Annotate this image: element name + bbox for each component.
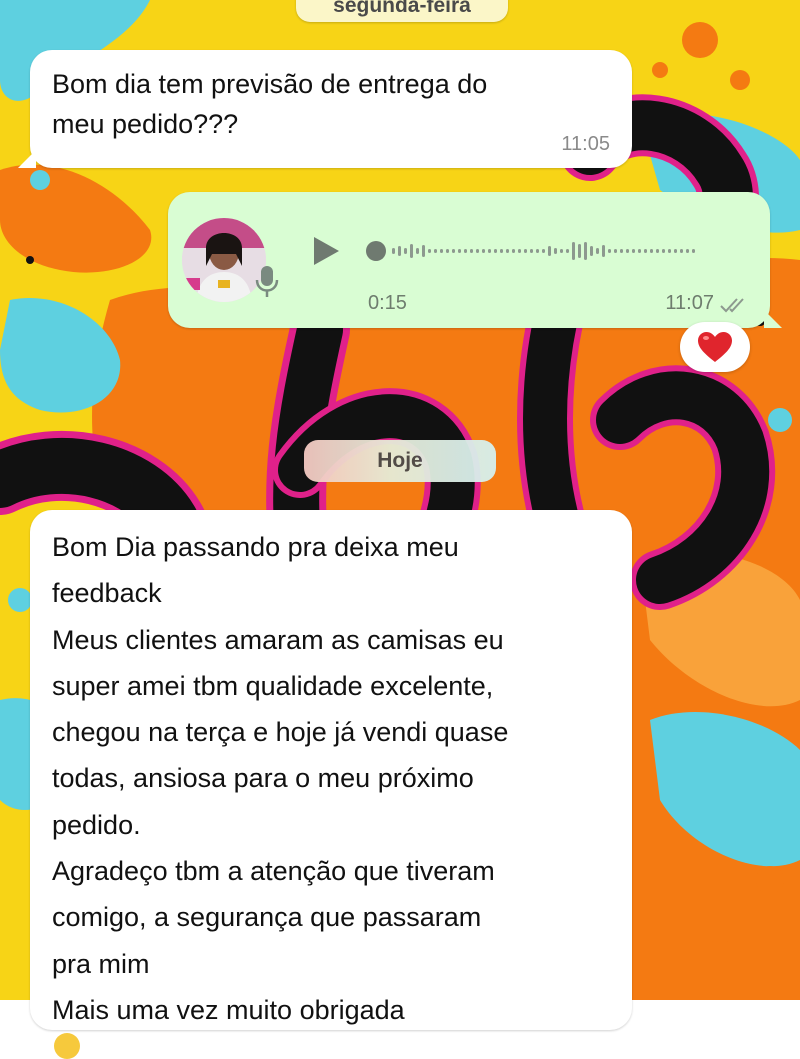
date-divider-today: Hoje	[304, 440, 496, 482]
voice-progress-waveform[interactable]	[366, 234, 736, 268]
message-line: pra mim	[52, 948, 150, 979]
message-line: todas, ansiosa para o meu próximo	[52, 763, 474, 794]
voice-duration: 0:15	[368, 292, 407, 314]
double-check-icon	[720, 298, 744, 313]
message-bubble-incoming[interactable]: Bom dia tem previsão de entrega do meu p…	[18, 50, 632, 168]
message-line: chegou na terça e hoje já vendi quase	[52, 717, 509, 748]
message-line: super amei tbm qualidade excelente,	[52, 670, 494, 701]
smiling-face-emoji-icon	[54, 1033, 80, 1059]
message-reaction[interactable]	[680, 322, 750, 372]
mic-icon	[255, 266, 279, 297]
message-line: Mais uma vez muito obrigada	[52, 994, 405, 1025]
message-line: Bom dia tem previsão de entrega do	[52, 69, 488, 99]
message-text: Bom Dia passando pra deixa meu feedback …	[52, 524, 622, 1059]
message-bubble-incoming[interactable]: Bom Dia passando pra deixa meu feedback …	[30, 510, 632, 1059]
message-line: Meus clientes amaram as camisas eu	[52, 624, 504, 655]
message-line-last: Mais uma vez muito obrigada	[52, 987, 622, 1059]
message-line: meu pedido???	[52, 109, 239, 139]
message-line: comigo, a segurança que passaram	[52, 902, 482, 933]
message-timestamp: 11:05	[561, 133, 610, 155]
message-timestamp: 11:07	[665, 292, 714, 314]
message-line: feedback	[52, 578, 162, 609]
message-line: Bom Dia passando pra deixa meu	[52, 532, 459, 562]
voice-message-bubble[interactable]: 0:15 11:07	[168, 192, 782, 328]
message-line: pedido.	[52, 809, 141, 840]
bubble-tail	[18, 150, 36, 168]
play-icon[interactable]	[308, 234, 342, 268]
date-divider-previous: segunda-feira	[296, 0, 508, 22]
message-line: Agradeço tbm a atenção que tiveram	[52, 856, 495, 887]
message-text: Bom dia tem previsão de entrega do meu p…	[52, 64, 592, 144]
heart-icon	[698, 332, 732, 362]
bubble-tail	[764, 310, 782, 328]
